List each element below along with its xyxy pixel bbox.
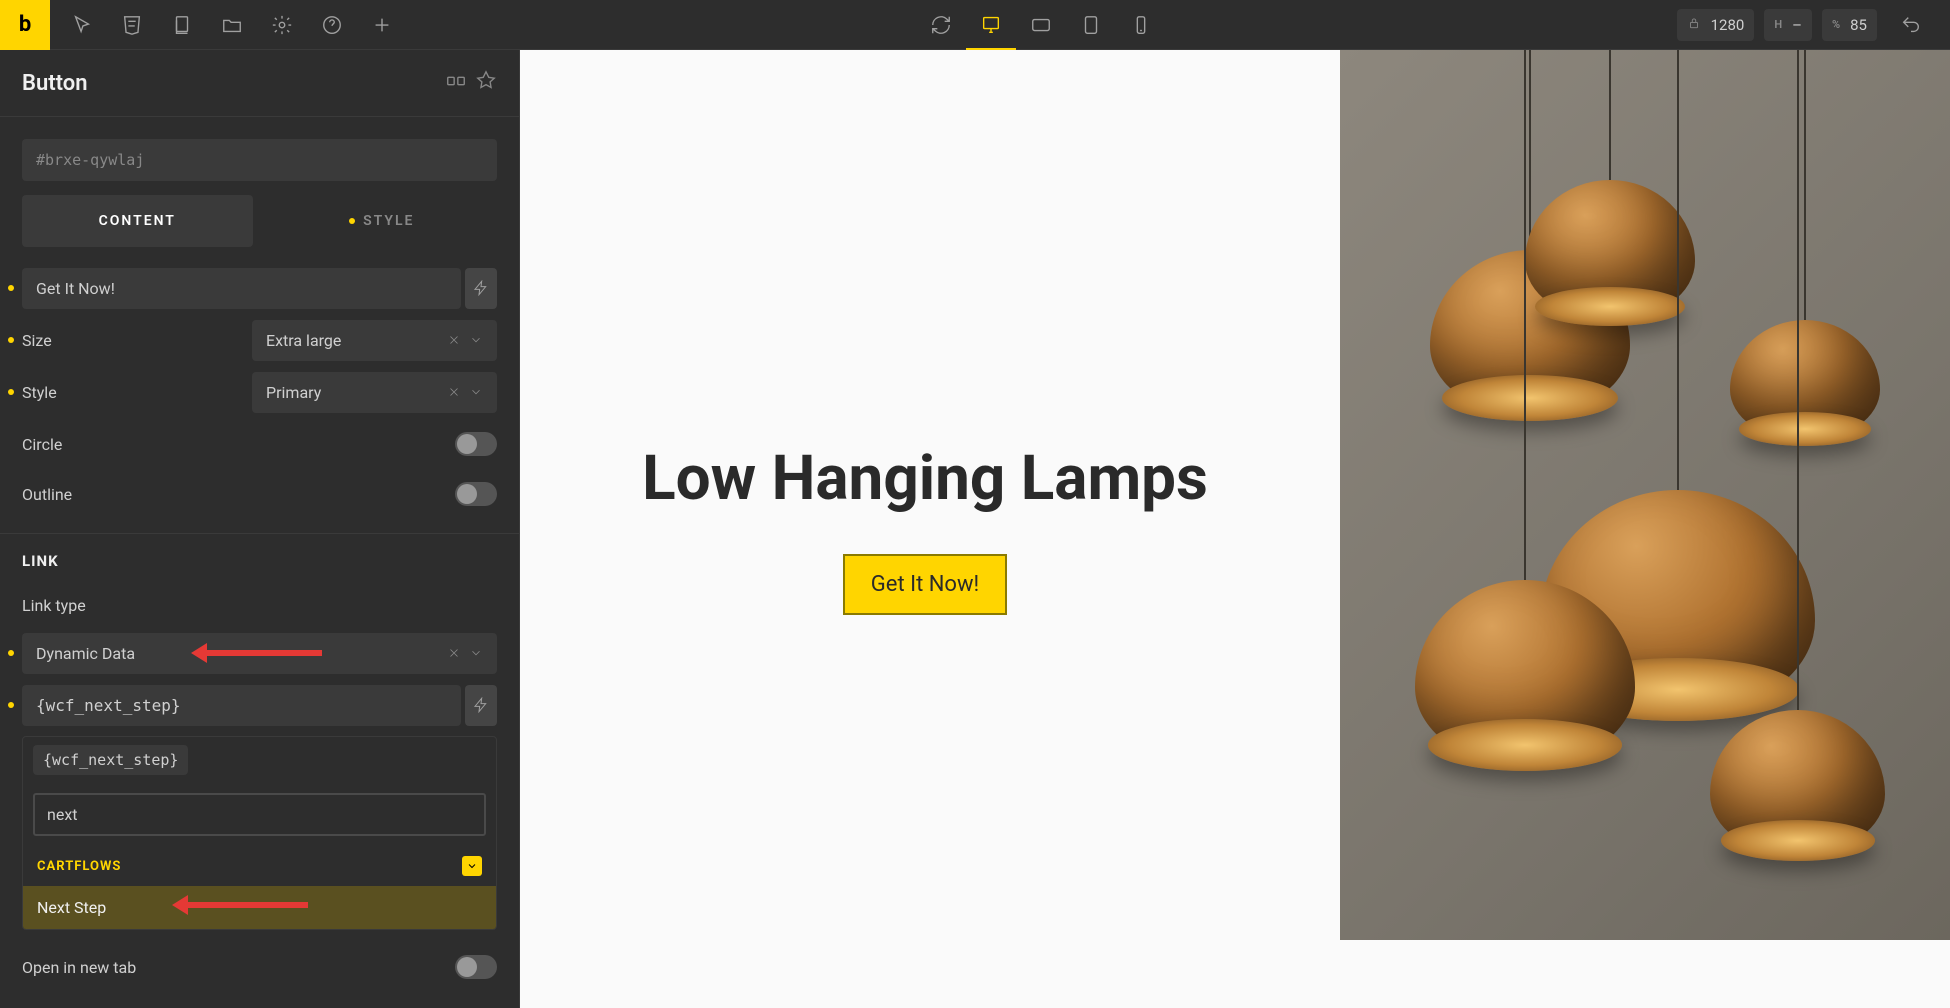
link-type-label: Link type [22, 596, 497, 615]
add-icon[interactable] [358, 0, 406, 50]
bricks-logo[interactable]: b [0, 0, 50, 50]
chevron-down-icon [469, 385, 483, 399]
dynamic-data-icon[interactable] [465, 685, 497, 726]
size-label: Size [22, 331, 252, 350]
zoom-label: % [1832, 18, 1840, 31]
pointer-icon[interactable] [58, 0, 106, 50]
tablet-portrait-icon[interactable] [1066, 0, 1116, 50]
tab-style[interactable]: STYLE [267, 195, 498, 247]
link-section-title: LINK [22, 552, 497, 570]
outline-label: Outline [22, 485, 72, 504]
size-select[interactable]: Extra large [252, 320, 497, 361]
circle-label: Circle [22, 435, 62, 454]
pages-icon[interactable] [158, 0, 206, 50]
lamp-image [1340, 50, 1950, 940]
dropdown-item-next-step[interactable]: Next Step [23, 886, 496, 929]
chevron-down-icon [469, 646, 483, 660]
style-select[interactable]: Primary [252, 372, 497, 413]
width-value: 1280 [1711, 16, 1745, 34]
canvas[interactable]: Low Hanging Lamps Get It Now! [520, 50, 1950, 1008]
annotation-arrow [178, 902, 308, 908]
tablet-landscape-icon[interactable] [1016, 0, 1066, 50]
annotation-arrow [197, 650, 322, 656]
dynamic-link-input[interactable] [22, 685, 461, 726]
css-icon[interactable] [108, 0, 156, 50]
desktop-device-icon[interactable] [966, 0, 1016, 50]
zoom-value: 85 [1850, 16, 1867, 34]
pin-icon[interactable] [475, 70, 497, 96]
style-label: Style [22, 383, 252, 402]
clear-icon [447, 333, 461, 347]
element-sidebar: Button #brxe-qywlaj CONTENT STYLE [0, 50, 520, 1008]
settings-icon[interactable] [258, 0, 306, 50]
circle-toggle[interactable] [455, 432, 497, 456]
clear-icon [447, 385, 461, 399]
height-label: H [1774, 18, 1782, 31]
refresh-icon[interactable] [916, 0, 966, 50]
outline-toggle[interactable] [455, 482, 497, 506]
css-selector[interactable]: #brxe-qywlaj [22, 139, 497, 181]
wrap-icon[interactable] [445, 70, 467, 96]
zoom-field[interactable]: % 85 [1822, 9, 1877, 41]
undo-icon[interactable] [1887, 0, 1935, 50]
chevron-down-icon [462, 856, 482, 876]
folder-icon[interactable] [208, 0, 256, 50]
open-new-tab-label: Open in new tab [22, 958, 136, 977]
chevron-down-icon [469, 333, 483, 347]
canvas-heading[interactable]: Low Hanging Lamps [642, 443, 1208, 514]
top-toolbar: b 1280 H – % 85 [0, 0, 1950, 50]
clear-icon [447, 646, 461, 660]
lock-icon [1687, 15, 1701, 34]
dynamic-tag[interactable]: {wcf_next_step} [33, 745, 188, 775]
dropdown-group-header[interactable]: CARTFLOWS [23, 846, 496, 886]
open-new-tab-toggle[interactable] [455, 955, 497, 979]
height-value: – [1792, 16, 1802, 34]
height-field[interactable]: H – [1764, 9, 1812, 41]
element-title: Button [22, 71, 88, 96]
button-text-input[interactable] [22, 268, 461, 309]
dynamic-data-dropdown: {wcf_next_step} CARTFLOWS Next Step [22, 736, 497, 930]
mobile-device-icon[interactable] [1116, 0, 1166, 50]
width-field[interactable]: 1280 [1677, 9, 1755, 41]
help-icon[interactable] [308, 0, 356, 50]
tab-content[interactable]: CONTENT [22, 195, 253, 247]
dynamic-data-icon[interactable] [465, 268, 497, 309]
canvas-button[interactable]: Get It Now! [843, 554, 1007, 615]
dropdown-search-input[interactable] [33, 793, 486, 836]
